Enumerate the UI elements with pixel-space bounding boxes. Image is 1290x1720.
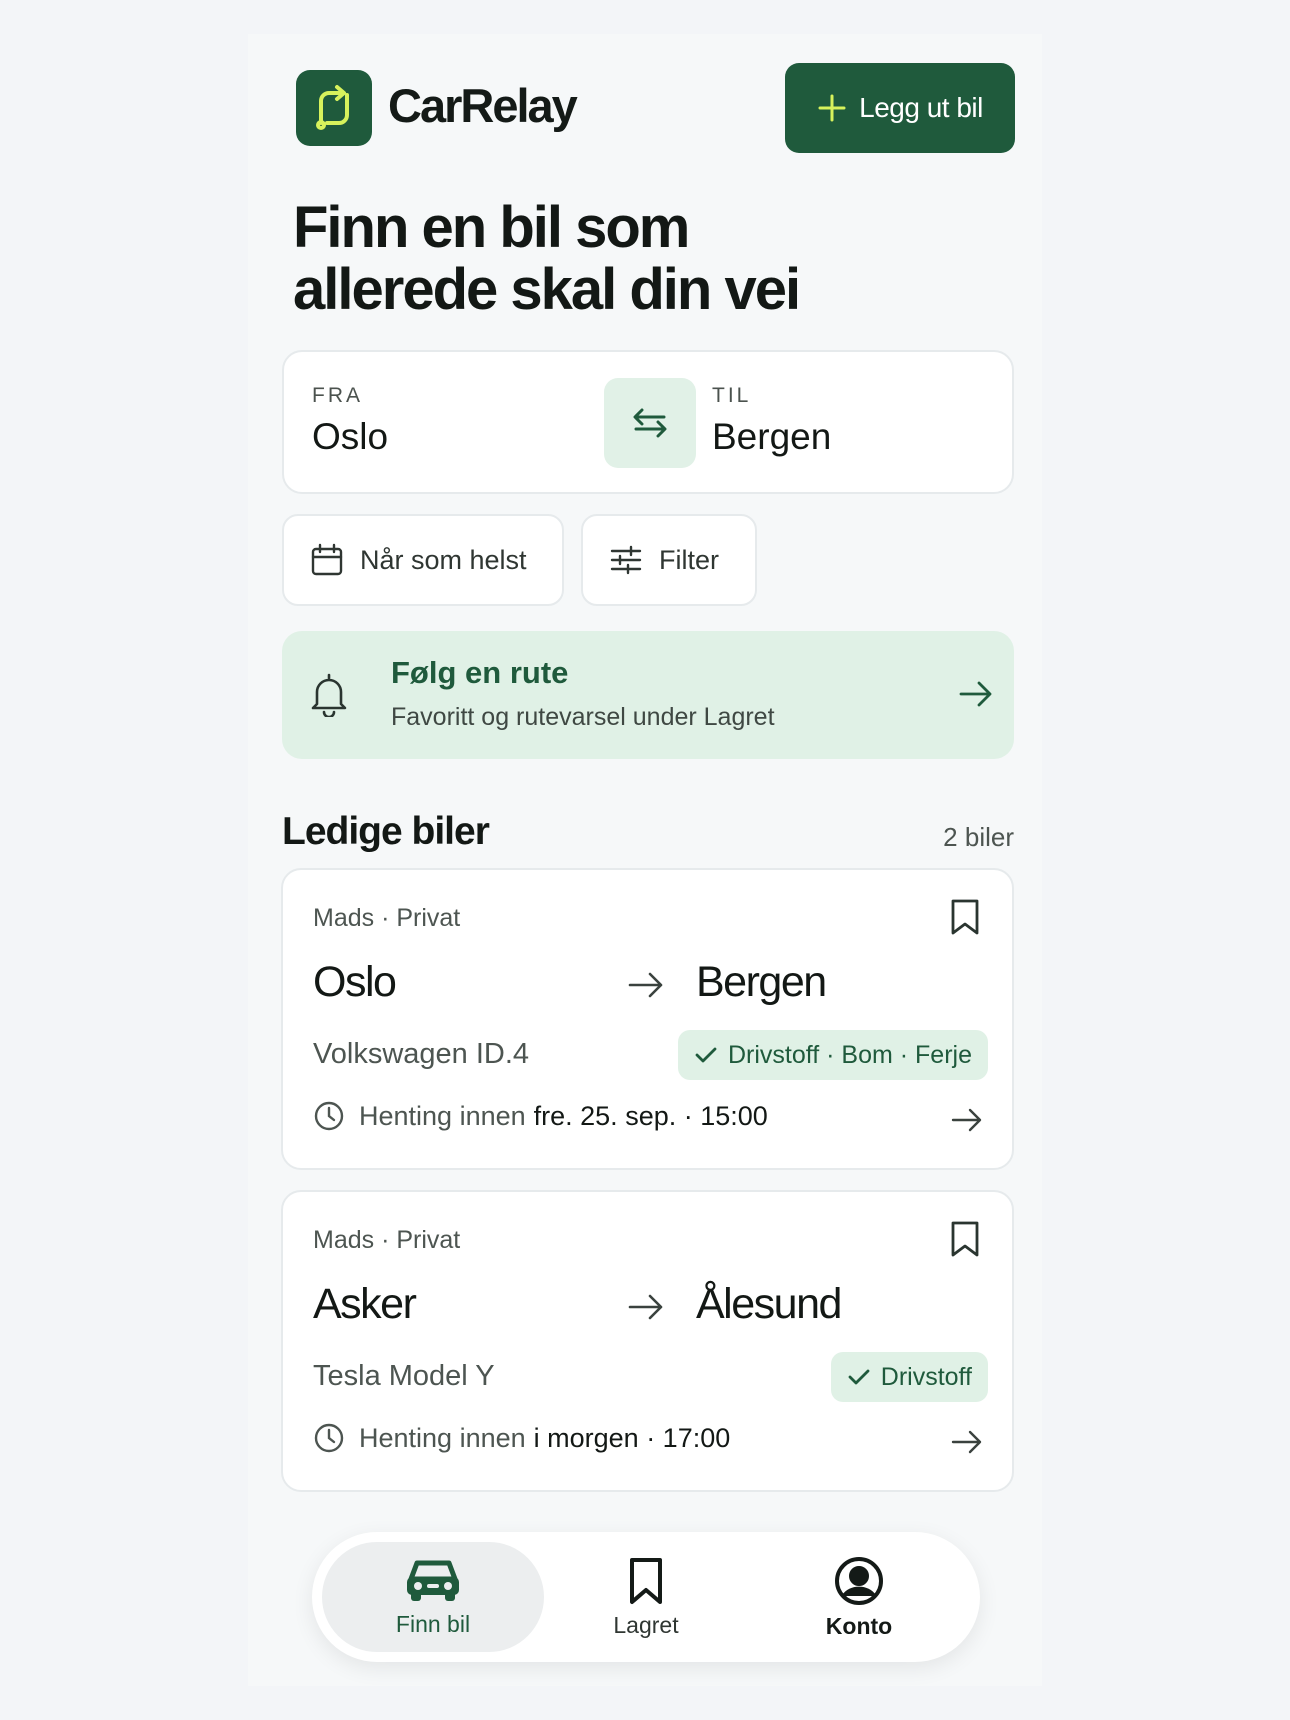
app-name: CarRelay: [388, 79, 578, 132]
follow-route-banner[interactable]: Følg en rute Favoritt og rutevarsel unde…: [282, 631, 1014, 759]
included-costs-badge: Drivstoff: [830, 1352, 988, 1402]
swap-route-button[interactable]: [604, 378, 696, 468]
route-search-card: FRA Oslo TIL Bergen: [282, 350, 1014, 494]
from-value: Oslo: [312, 416, 389, 457]
listing-from-city: Oslo: [313, 958, 397, 1006]
date-filter-chip[interactable]: Når som helst: [282, 514, 564, 606]
nav-tab-find-car[interactable]: Finn bil: [322, 1542, 544, 1652]
included-costs-label: Drivstoff: [880, 1362, 972, 1391]
listing-owner: Mads · Privat: [313, 904, 461, 932]
to-field[interactable]: TIL Bergen: [704, 352, 1004, 492]
to-value: Bergen: [712, 416, 832, 457]
bookmark-icon[interactable]: [950, 898, 980, 936]
check-icon: [695, 1047, 717, 1063]
clock-icon: [314, 1423, 344, 1453]
phone-screen: CarRelay Legg ut bil Finn en bil som all…: [248, 34, 1042, 1686]
arrow-right-icon: [951, 1430, 982, 1454]
plus-icon: [818, 94, 846, 122]
nav-tab-account[interactable]: Konto: [748, 1542, 970, 1652]
relay-logo-icon: [316, 85, 349, 130]
listing-owner: Mads · Privat: [313, 1226, 461, 1254]
bottom-nav: Finn bil Lagret Konto: [312, 1532, 980, 1662]
listing-card[interactable]: Mads · Privat Oslo Bergen Volkswagen ID.…: [281, 868, 1014, 1170]
section-title: Ledige biler: [282, 810, 490, 853]
app-logo: [296, 70, 372, 146]
follow-route-title: Følg en rute: [391, 655, 569, 690]
pickup-deadline: Henting innen i morgen · 17:00: [313, 1422, 730, 1454]
page-title-line-1: Finn en bil som: [293, 195, 690, 260]
nav-find-car-label: Finn bil: [395, 1610, 471, 1637]
listing-car-model: Volkswagen ID.4: [313, 1038, 530, 1070]
from-label: FRA: [312, 384, 363, 407]
arrow-right-icon: [959, 681, 992, 707]
date-filter-label: Når som helst: [360, 544, 527, 575]
included-costs-label: Drivstoff · Bom · Ferje: [727, 1040, 972, 1069]
result-count: 2 biler: [943, 822, 1014, 852]
bell-icon: [311, 673, 347, 717]
nav-account-label: Konto: [825, 1612, 893, 1639]
bookmark-icon[interactable]: [950, 1220, 980, 1258]
page-title-line-2: allerede skal din vei: [293, 257, 801, 322]
filter-label: Filter: [659, 544, 719, 575]
included-costs-badge: Drivstoff · Bom · Ferje: [677, 1030, 988, 1080]
to-label: TIL: [712, 384, 752, 407]
nav-tab-saved[interactable]: Lagret: [535, 1542, 757, 1652]
arrow-right-icon: [951, 1108, 982, 1132]
route-arrow-icon: [628, 1294, 663, 1320]
calendar-icon: [311, 543, 343, 576]
pickup-time: fre. 25. sep. · 15:00: [533, 1100, 768, 1131]
listing-to-city: Ålesund: [696, 1280, 842, 1328]
clock-icon: [314, 1101, 344, 1131]
listing-to-city: Bergen: [696, 958, 827, 1006]
pickup-prefix: Henting innen: [359, 1100, 526, 1131]
check-icon: [848, 1369, 870, 1385]
listing-from-city: Asker: [313, 1280, 417, 1328]
sliders-icon: [610, 545, 642, 575]
post-car-label: Legg ut bil: [859, 92, 983, 123]
post-car-button[interactable]: Legg ut bil: [785, 63, 1015, 153]
swap-arrows-icon: [633, 408, 667, 438]
pickup-deadline: Henting innen fre. 25. sep. · 15:00: [313, 1100, 768, 1132]
route-arrow-icon: [628, 972, 663, 998]
nav-saved-label: Lagret: [613, 1611, 679, 1638]
car-icon: [407, 1560, 459, 1601]
follow-route-subtitle: Favoritt og rutevarsel under Lagret: [391, 703, 775, 731]
user-account-icon: [835, 1556, 883, 1605]
pickup-time: i morgen · 17:00: [533, 1422, 731, 1453]
filter-chip[interactable]: Filter: [581, 514, 757, 606]
page-title: Finn en bil som allerede skal din vei: [293, 197, 993, 321]
listing-card[interactable]: Mads · Privat Asker Ålesund Tesla Model …: [281, 1190, 1014, 1492]
listing-car-model: Tesla Model Y: [313, 1360, 495, 1392]
pickup-prefix: Henting innen: [359, 1422, 526, 1453]
bookmark-icon: [630, 1557, 662, 1604]
from-field[interactable]: FRA Oslo: [284, 352, 584, 492]
